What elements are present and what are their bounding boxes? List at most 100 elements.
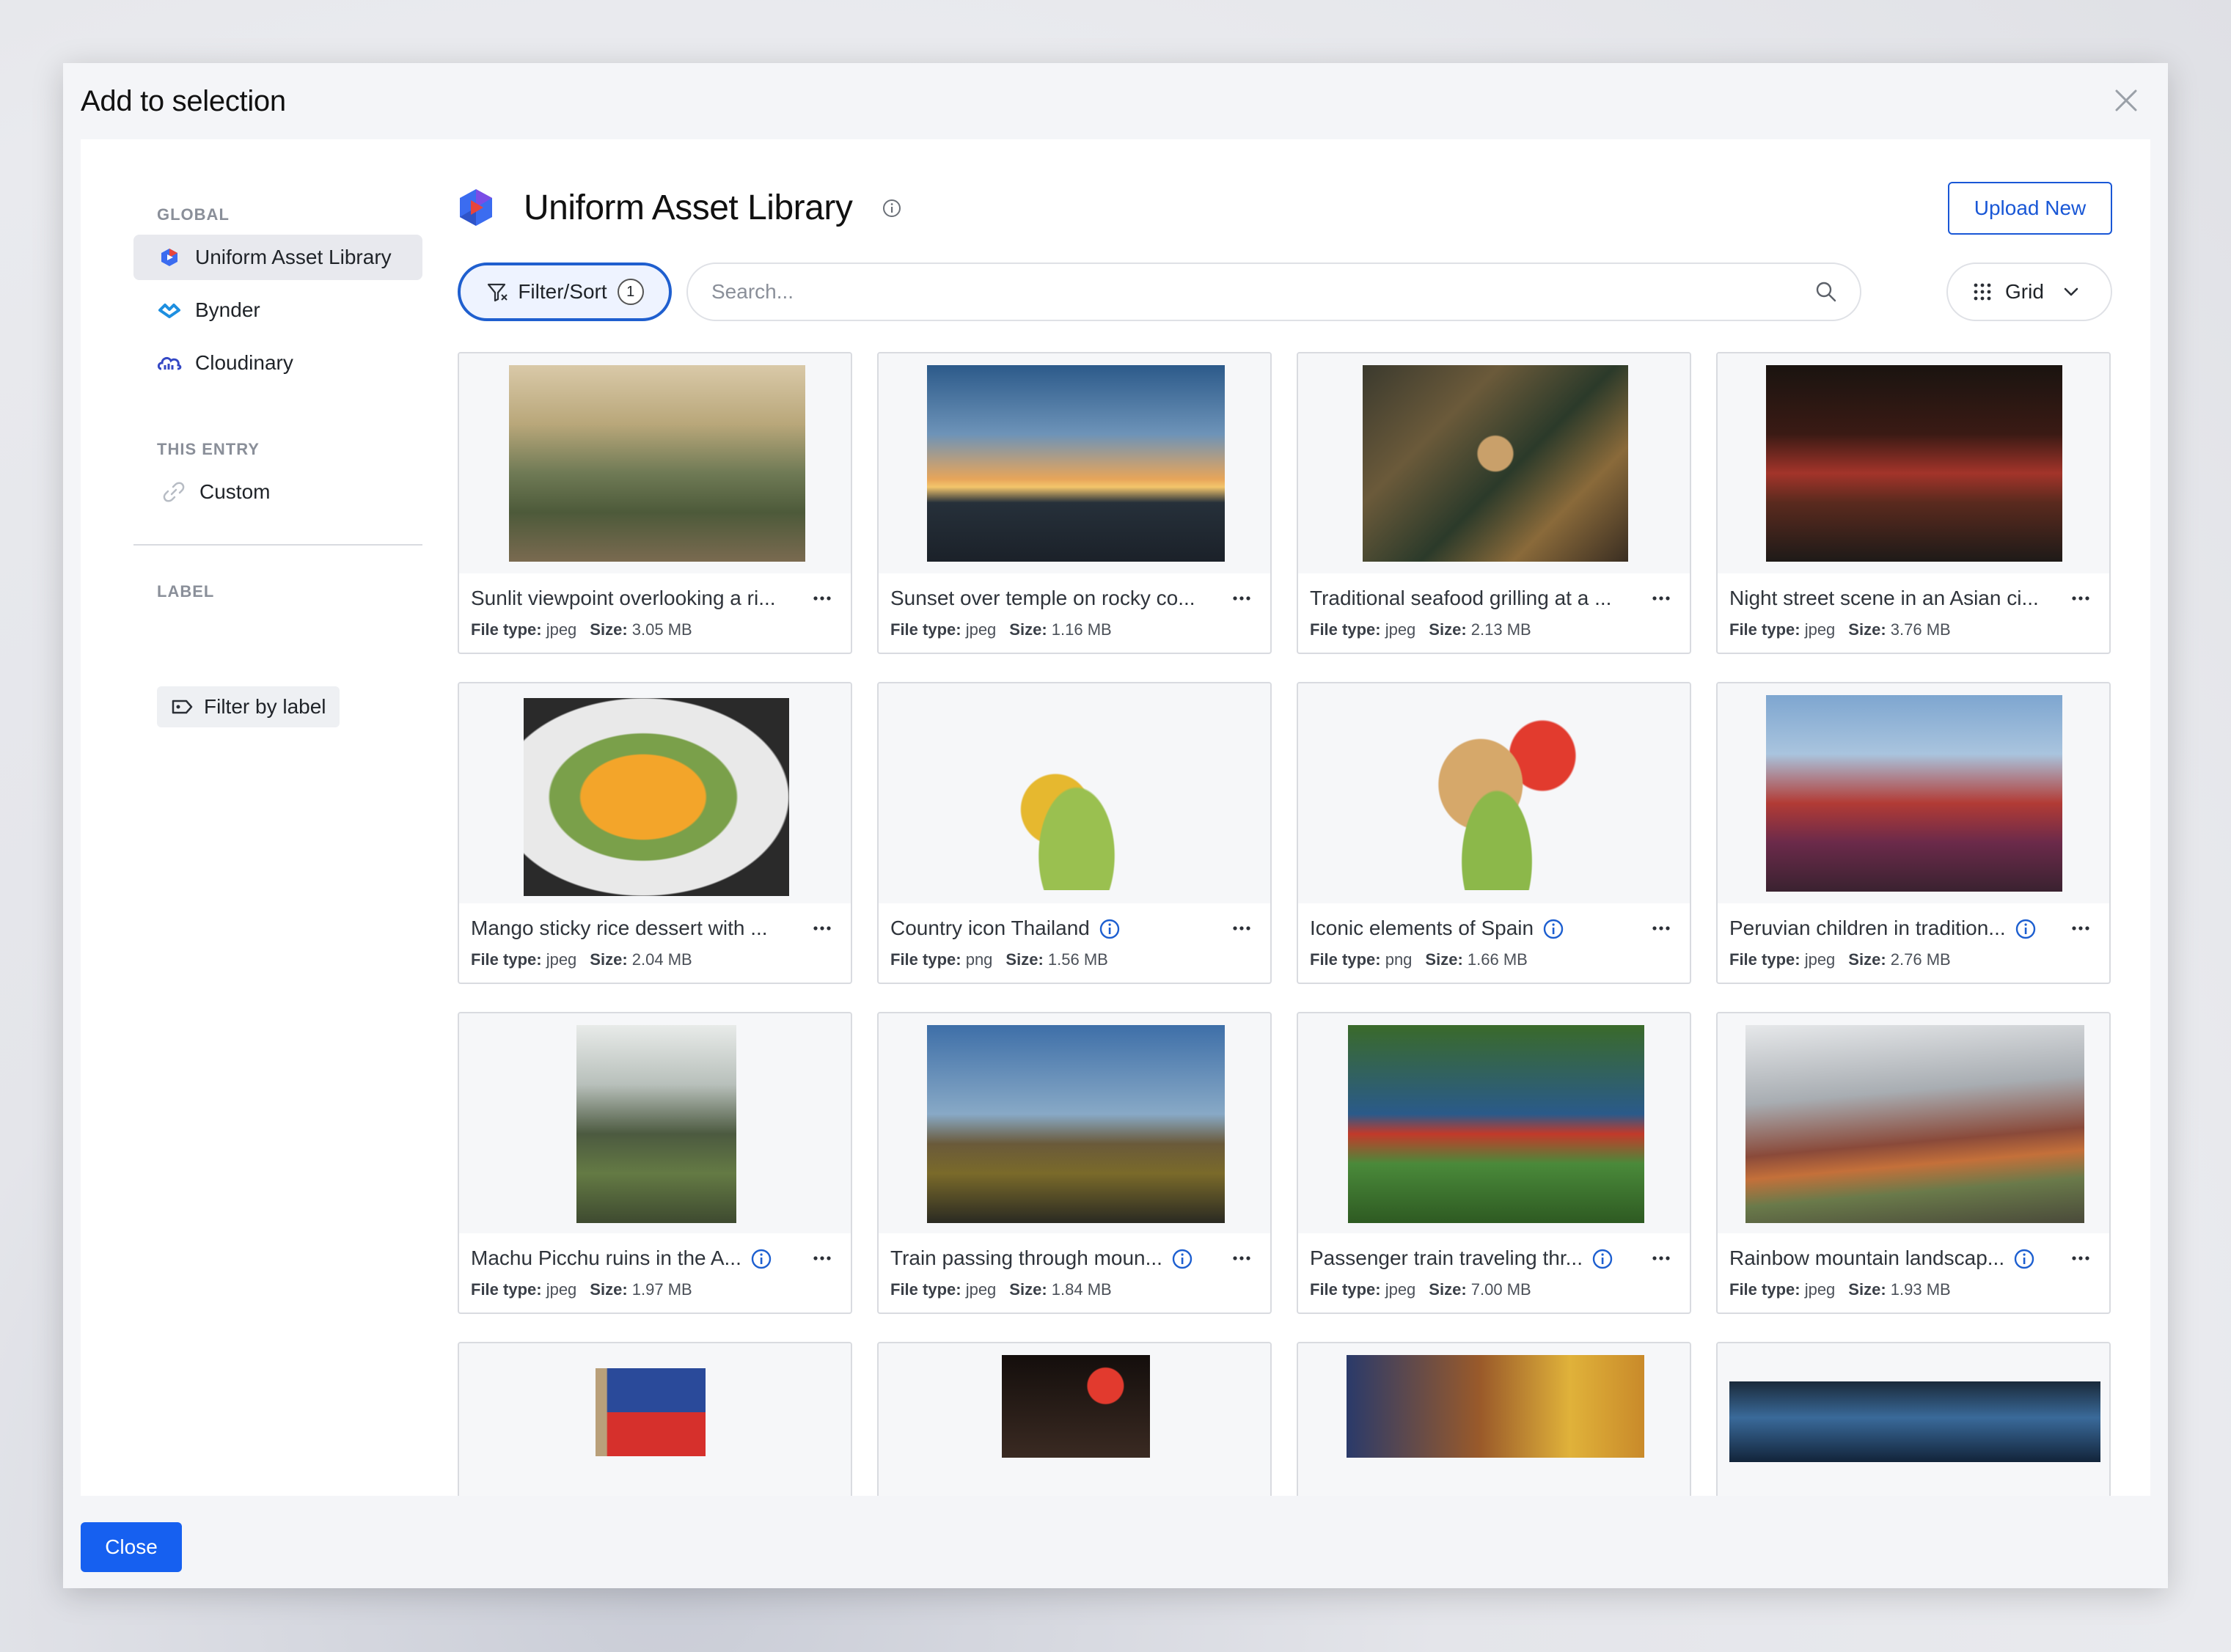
- asset-card[interactable]: Country icon Thailand File type: png Size:…: [877, 682, 1272, 984]
- asset-card[interactable]: Rainbow mountain landscap... File type: j…: [1716, 1012, 2111, 1314]
- upload-new-button[interactable]: Upload New: [1948, 182, 2112, 235]
- size-label: Size:: [1429, 1280, 1467, 1299]
- asset-thumbnail: [1363, 365, 1628, 562]
- asset-thumbnail-area: [1298, 1013, 1690, 1233]
- more-options-icon[interactable]: [813, 1255, 832, 1261]
- asset-card[interactable]: Night street scene in an Asian ci... File…: [1716, 352, 2111, 654]
- search-icon[interactable]: [1814, 280, 1838, 304]
- more-options-icon[interactable]: [1652, 1255, 1671, 1261]
- asset-thumbnail-area: [459, 353, 851, 573]
- info-icon[interactable]: [1542, 918, 1564, 940]
- search-input[interactable]: [711, 280, 1814, 304]
- search-box: [686, 263, 1861, 321]
- modal-footer: Close: [81, 1522, 182, 1572]
- asset-card[interactable]: Iconic elements of Spain File type: png Si…: [1297, 682, 1691, 984]
- filter-by-label-button[interactable]: Filter by label: [157, 686, 340, 727]
- asset-thumbnail-area: [1298, 353, 1690, 573]
- asset-thumbnail: [1347, 1355, 1644, 1458]
- file-type-label: File type:: [890, 950, 961, 969]
- size-label: Size:: [1848, 1280, 1886, 1299]
- asset-name: Mango sticky rice dessert with ...: [471, 917, 768, 939]
- size-value: 1.16 MB: [1051, 620, 1112, 639]
- asset-card[interactable]: [458, 1342, 852, 1496]
- more-options-icon[interactable]: [813, 595, 832, 601]
- size-label: Size:: [1429, 620, 1467, 639]
- asset-card[interactable]: Machu Picchu ruins in the A... File type:…: [458, 1012, 852, 1314]
- file-type-label: File type:: [890, 1280, 961, 1299]
- sidebar-item-label: Bynder: [195, 298, 260, 321]
- more-options-icon[interactable]: [813, 925, 832, 931]
- more-options-icon[interactable]: [1652, 925, 1671, 931]
- asset-card[interactable]: Mango sticky rice dessert with ... File t…: [458, 682, 852, 984]
- asset-thumbnail: [596, 1368, 706, 1456]
- asset-thumbnail-area: [879, 353, 1270, 573]
- more-options-icon[interactable]: [1232, 1255, 1251, 1261]
- more-options-icon[interactable]: [1232, 925, 1251, 931]
- asset-thumbnail-area: [1718, 683, 2109, 903]
- asset-card[interactable]: Sunlit viewpoint overlooking a ri... File…: [458, 352, 852, 654]
- sidebar-item-custom[interactable]: Custom: [133, 469, 422, 515]
- sidebar-item-bynder[interactable]: Bynder: [133, 287, 422, 333]
- asset-name: Machu Picchu ruins in the A...: [471, 1247, 741, 1269]
- info-icon[interactable]: [882, 198, 902, 219]
- more-options-icon[interactable]: [2071, 595, 2090, 601]
- library-title: Uniform Asset Library: [524, 188, 853, 227]
- modal-body: GLOBAL Uniform Asset Library Bynder Clou…: [81, 139, 2150, 1496]
- info-icon[interactable]: [750, 1248, 772, 1270]
- size-value: 2.76 MB: [1890, 950, 1951, 969]
- asset-card[interactable]: Train passing through moun... File type: …: [877, 1012, 1272, 1314]
- sidebar-item-label: Cloudinary: [195, 351, 293, 374]
- file-type-value: png: [965, 950, 993, 969]
- add-to-selection-modal: Add to selection GLOBAL Uniform Asset Li…: [63, 63, 2168, 1588]
- close-icon[interactable]: [2111, 85, 2142, 116]
- info-icon[interactable]: [2013, 1248, 2035, 1270]
- modal-header: Add to selection: [63, 63, 2168, 139]
- global-heading: GLOBAL: [157, 205, 230, 224]
- uniform-logo-icon: [460, 189, 492, 226]
- file-type-label: File type:: [1310, 620, 1381, 639]
- info-icon[interactable]: [1591, 1248, 1613, 1270]
- asset-meta: File type: jpeg Size: 2.04 MB: [471, 950, 692, 969]
- asset-thumbnail: [989, 698, 1165, 890]
- more-options-icon[interactable]: [1652, 595, 1671, 601]
- asset-card[interactable]: [1716, 1342, 2111, 1496]
- asset-card[interactable]: [1297, 1342, 1691, 1496]
- asset-card[interactable]: Passenger train traveling thr... File typ…: [1297, 1012, 1691, 1314]
- asset-thumbnail-area: [879, 1343, 1270, 1496]
- info-icon[interactable]: [2015, 918, 2037, 940]
- asset-card[interactable]: [877, 1342, 1272, 1496]
- file-type-label: File type:: [471, 950, 542, 969]
- asset-card[interactable]: Peruvian children in tradition... File ty…: [1716, 682, 2111, 984]
- cloudinary-logo-icon: [157, 350, 182, 375]
- asset-meta: File type: jpeg Size: 2.76 MB: [1729, 950, 1951, 969]
- view-mode-select[interactable]: Grid: [1946, 263, 2112, 321]
- info-icon[interactable]: [1171, 1248, 1193, 1270]
- size-value: 1.56 MB: [1047, 950, 1108, 969]
- asset-card[interactable]: Traditional seafood grilling at a ... Fil…: [1297, 352, 1691, 654]
- asset-name: Sunset over temple on rocky co...: [890, 587, 1195, 609]
- size-value: 2.13 MB: [1470, 620, 1531, 639]
- asset-thumbnail: [1415, 698, 1578, 890]
- sidebar-item-cloudinary[interactable]: Cloudinary: [133, 340, 422, 386]
- asset-meta: File type: jpeg Size: 1.84 MB: [890, 1280, 1112, 1299]
- close-button[interactable]: Close: [81, 1522, 182, 1572]
- asset-meta: File type: jpeg Size: 1.16 MB: [890, 620, 1112, 639]
- size-label: Size:: [1009, 620, 1047, 639]
- sidebar-item-uniform-asset-library[interactable]: Uniform Asset Library: [133, 235, 422, 280]
- filter-sort-button[interactable]: Filter/Sort 1: [458, 263, 672, 321]
- more-options-icon[interactable]: [1232, 595, 1251, 601]
- asset-card[interactable]: Sunset over temple on rocky co... File ty…: [877, 352, 1272, 654]
- label-heading: LABEL: [157, 582, 215, 601]
- asset-name: Country icon Thailand: [890, 917, 1090, 939]
- link-icon: [161, 480, 186, 504]
- more-options-icon[interactable]: [2071, 925, 2090, 931]
- more-options-icon[interactable]: [2071, 1255, 2090, 1261]
- asset-thumbnail-area: [1298, 1343, 1690, 1496]
- asset-name: Night street scene in an Asian ci...: [1729, 587, 2039, 609]
- asset-thumbnail-area: [1298, 683, 1690, 903]
- size-value: 1.97 MB: [631, 1280, 692, 1299]
- info-icon[interactable]: [1099, 918, 1121, 940]
- tag-icon: [172, 700, 193, 714]
- asset-thumbnail: [927, 1025, 1225, 1223]
- file-type-label: File type:: [1310, 950, 1381, 969]
